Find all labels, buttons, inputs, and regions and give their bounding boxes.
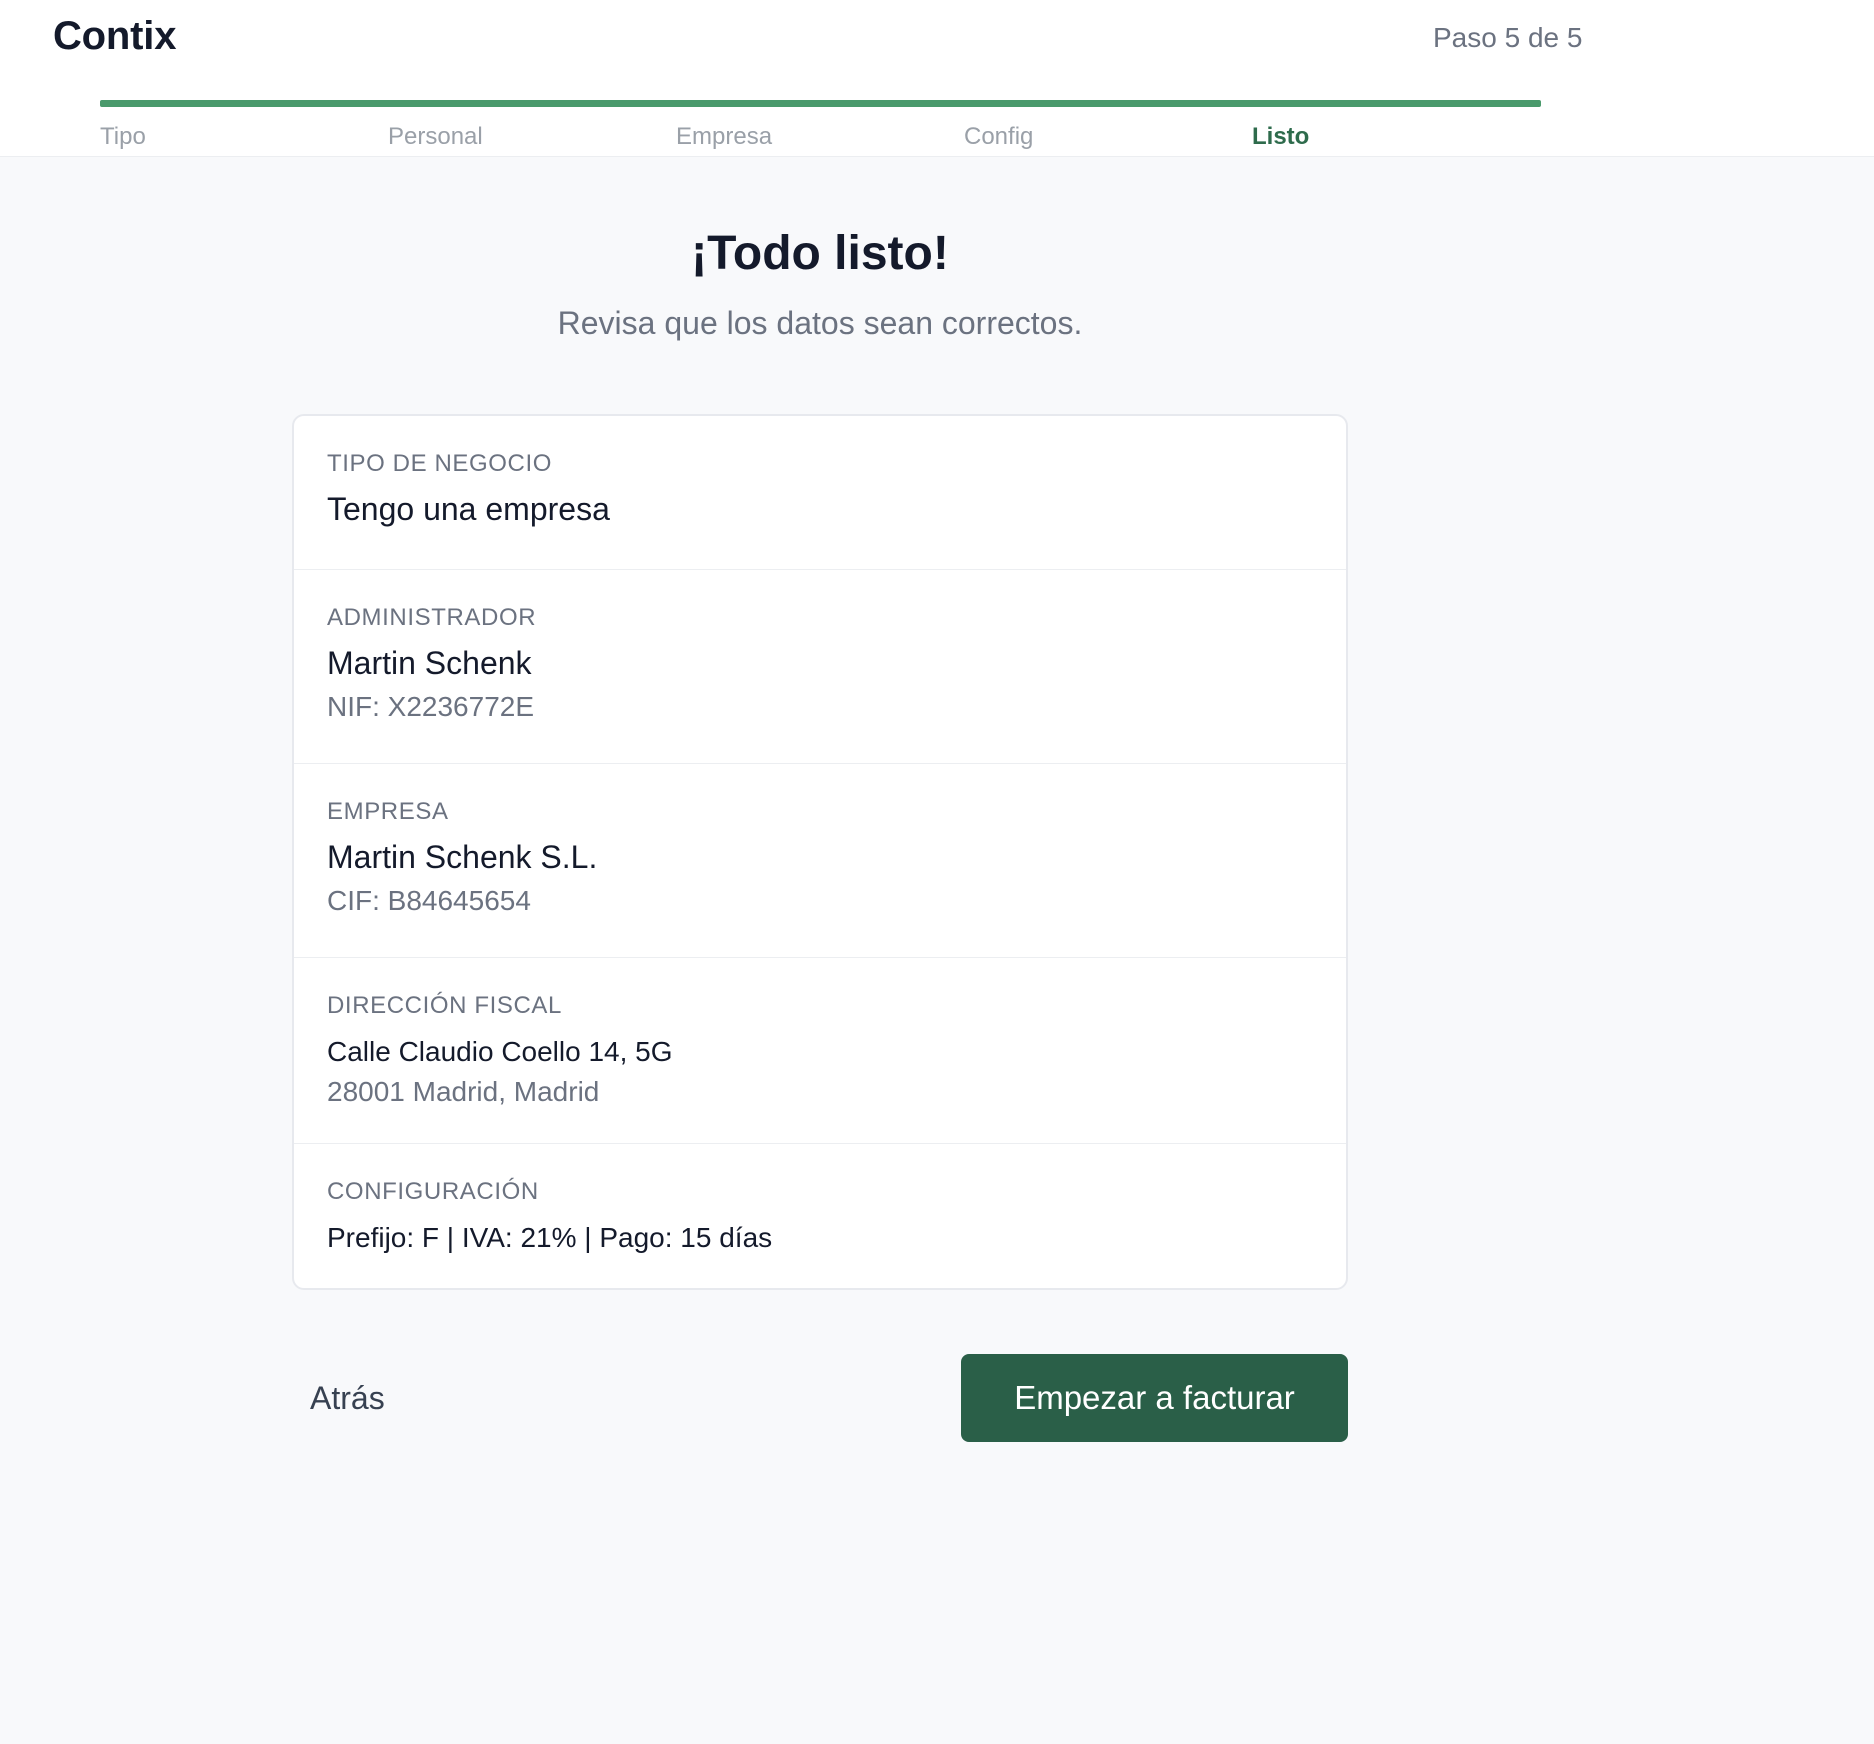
section-value: Tengo una empresa <box>327 491 610 527</box>
step-listo: Listo <box>1252 123 1310 150</box>
stepper: Tipo Personal Empresa Config Listo <box>100 123 1541 153</box>
progress-fill <box>100 100 1541 107</box>
section-configuracion: CONFIGURACIÓN Prefijo: F | IVA: 21% | Pa… <box>294 1144 1346 1290</box>
section-label: ADMINISTRADOR <box>327 604 537 631</box>
top-header: Contix Paso 5 de 5 Tipo Personal Empresa… <box>0 0 1874 157</box>
section-value: Martin Schenk S.L. <box>327 839 598 875</box>
section-empresa: EMPRESA Martin Schenk S.L. CIF: B8464565… <box>294 764 1346 958</box>
step-config: Config <box>964 123 1034 150</box>
progress-bar <box>100 100 1541 107</box>
section-value: Calle Claudio Coello 14, 5G <box>327 1036 673 1067</box>
step-personal: Personal <box>388 123 483 150</box>
brand-logo: Contix <box>53 14 177 58</box>
page-subtitle: Revisa que los datos sean correctos. <box>557 305 1083 341</box>
section-value: Prefijo: F | IVA: 21% | Pago: 15 días <box>327 1222 773 1253</box>
section-label: DIRECCIÓN FISCAL <box>327 992 562 1019</box>
step-tipo: Tipo <box>100 123 146 150</box>
section-label: EMPRESA <box>327 798 449 825</box>
back-button[interactable]: Atrás <box>310 1374 385 1422</box>
section-label: CONFIGURACIÓN <box>327 1178 539 1205</box>
start-invoicing-button[interactable]: Empezar a facturar <box>961 1354 1348 1442</box>
section-administrador: ADMINISTRADOR Martin Schenk NIF: X223677… <box>294 570 1346 764</box>
section-tipo-negocio: TIPO DE NEGOCIO Tengo una empresa <box>294 416 1346 570</box>
section-direccion-fiscal: DIRECCIÓN FISCAL Calle Claudio Coello 14… <box>294 958 1346 1144</box>
summary-card: TIPO DE NEGOCIO Tengo una empresa ADMINI… <box>292 414 1348 1290</box>
page-title: ¡Todo listo! <box>691 227 949 280</box>
section-subvalue: 28001 Madrid, Madrid <box>327 1076 600 1107</box>
section-label: TIPO DE NEGOCIO <box>327 450 553 477</box>
section-value: Martin Schenk <box>327 645 532 681</box>
section-subvalue: NIF: X2236772E <box>327 691 535 722</box>
step-empresa: Empresa <box>676 123 773 150</box>
section-subvalue: CIF: B84645654 <box>327 885 531 916</box>
step-counter: Paso 5 de 5 <box>1433 22 1583 53</box>
